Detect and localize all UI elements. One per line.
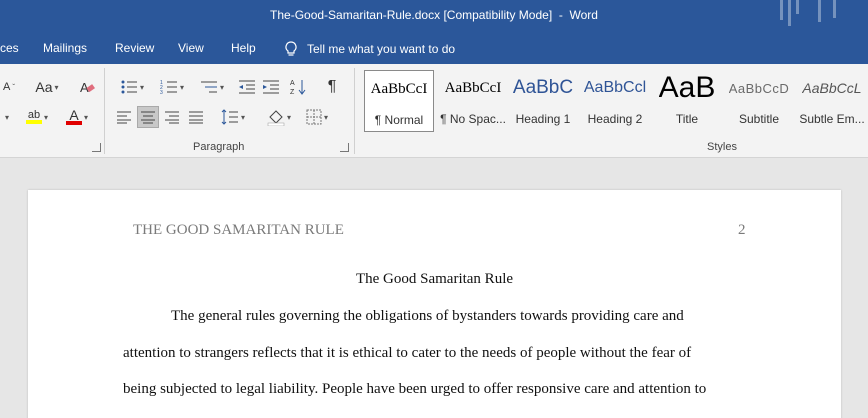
pilcrow-icon[interactable]: ¶ [322,76,342,98]
running-head: THE GOOD SAMARITAN RULE [133,222,344,238]
paragraph-dialog-launcher-icon[interactable] [340,143,349,152]
increase-indent-icon [263,80,279,94]
borders-button[interactable]: ▾ [300,106,334,128]
line-spacing-icon [221,109,238,125]
svg-text:3: 3 [160,90,163,95]
style-sample: AaBbCcI [444,79,502,96]
document-page[interactable]: THE GOOD SAMARITAN RULE 2 The Good Samar… [28,190,841,418]
clear-formatting-button[interactable]: A [76,76,98,98]
style-name: Subtle Em... [799,112,865,126]
style-subtitle[interactable]: AaBbCcD Subtitle [724,70,794,132]
borders-icon [306,109,322,125]
tell-me-label: Tell me what you want to do [307,42,456,56]
tell-me-box[interactable]: Tell me what you want to do [285,38,455,60]
style-sample: AaBbCcl [583,79,647,96]
bullets-button[interactable]: ▾ [114,76,150,98]
style-sample: AaBbCcD [728,80,790,96]
font-dialog-launcher-icon[interactable] [92,143,101,152]
justify-icon [189,111,203,124]
align-right-icon [165,111,179,124]
tab-review[interactable]: Review [115,41,154,55]
font-color-icon: A [69,107,79,123]
numbering-button[interactable]: 123 ▾ [154,76,190,98]
body-line: The general rules governing the obligati… [171,308,684,324]
style-heading-1[interactable]: AaBbC Heading 1 [510,70,576,132]
style-sample: AaB [658,71,716,104]
style-subtle-emphasis[interactable]: AaBbCcL Subtle Em... [796,70,868,132]
window-title: The-Good-Samaritan-Rule.docx [Compatibil… [0,8,868,22]
style-sample: AaBbCcL [802,80,862,96]
tab-references[interactable]: ces [0,41,19,55]
font-color-button[interactable]: A ▾ [60,106,94,128]
svg-text:A: A [290,80,295,87]
highlighter-icon: ab [27,109,41,121]
page-number: 2 [738,222,746,238]
style-title[interactable]: AaB Title [654,70,720,132]
styles-group-label: Styles [707,141,737,153]
justify-button[interactable] [186,106,206,128]
style-name: ¶ Normal [374,113,424,127]
align-center-icon [141,111,155,124]
style-sample: AaBbC [512,77,574,98]
style-no-spacing[interactable]: AaBbCcI ¶ No Spac... [438,70,508,132]
decrease-indent-icon [239,80,255,94]
numbering-icon: 123 [160,80,177,95]
multilevel-list-icon [200,81,217,93]
style-normal[interactable]: AaBbCcI ¶ Normal [364,70,434,132]
bullets-icon [121,80,137,94]
svg-text:Z: Z [290,89,295,96]
increase-indent-button[interactable] [260,76,282,98]
document-title: The Good Samaritan Rule [355,271,514,287]
compat-mode: [Compatibility Mode] [443,8,553,22]
style-name: Subtitle [738,112,780,126]
tab-help[interactable]: Help [231,41,256,55]
align-center-button[interactable] [137,106,159,128]
tab-mailings[interactable]: Mailings [43,41,87,55]
lightbulb-icon [285,41,297,56]
line-spacing-button[interactable]: ▾ [216,106,250,128]
body-line: being subjected to legal liability. Peop… [123,381,707,397]
paint-bucket-icon [267,110,285,126]
tab-view[interactable]: View [178,41,204,55]
shading-button[interactable]: ▾ [262,106,296,128]
style-heading-2[interactable]: AaBbCcl Heading 2 [580,70,650,132]
align-right-button[interactable] [162,106,182,128]
change-case-button[interactable]: Aa ▾ [30,76,64,98]
text-effects-caret[interactable]: ▾ [0,106,12,128]
shrink-font-button[interactable]: Aˇ [0,76,18,98]
title-decoration-icon [780,0,836,26]
app-name: Word [569,8,598,22]
style-name: Title [675,112,699,126]
style-name: ¶ No Spac... [440,112,506,126]
menu-bar: ces Mailings Review View Help Tell me wh… [0,36,868,62]
body-line: attention to strangers reflects that it … [123,345,692,361]
eraser-icon: A [80,80,95,95]
doc-name: The-Good-Samaritan-Rule.docx [270,8,441,22]
style-sample: AaBbCcI [370,80,428,97]
align-left-icon [117,111,131,124]
ribbon: Aˇ Aa ▾ A ▾ ab ▾ A ▾ ▾ 123 ▾ ▾ A Z ¶ ▾ ▾… [0,64,868,158]
multilevel-list-button[interactable]: ▾ [194,76,230,98]
decrease-indent-button[interactable] [236,76,258,98]
style-name: Heading 1 [515,112,571,126]
group-separator [354,68,355,154]
style-name: Heading 2 [587,112,643,126]
align-left-button[interactable] [114,106,134,128]
group-separator [104,68,105,154]
sort-button[interactable]: AZ [288,76,310,98]
title-bar: The-Good-Samaritan-Rule.docx [Compatibil… [0,0,868,64]
highlight-color-button[interactable]: ab ▾ [20,106,54,128]
paragraph-group-label: Paragraph [193,141,245,153]
styles-gallery: AaBbCcI ¶ Normal AaBbCcI ¶ No Spac... Aa… [362,70,868,134]
sort-icon: AZ [290,80,306,96]
change-case-icon: Aa [35,79,53,95]
